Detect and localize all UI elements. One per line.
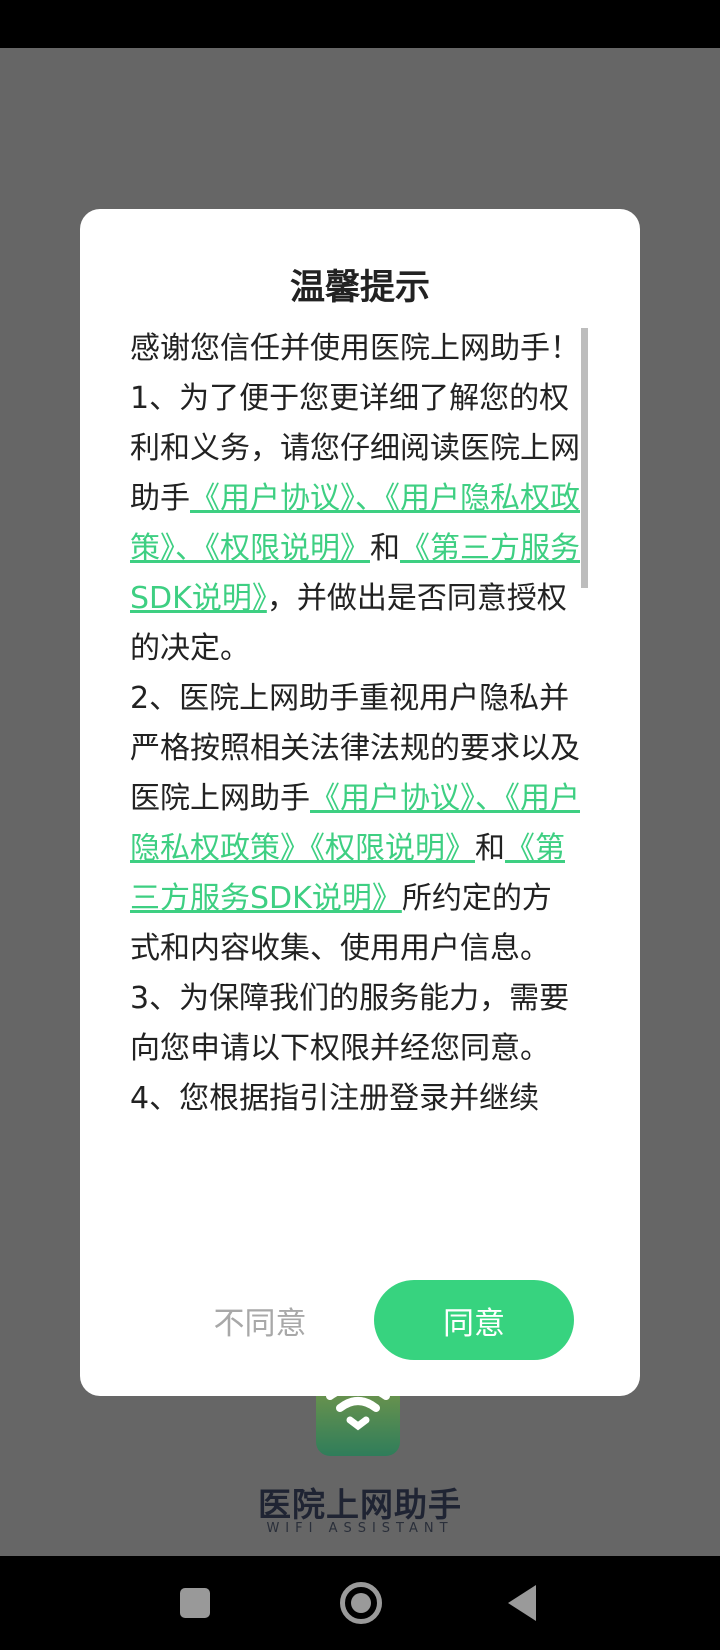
paragraph-3: 3、为保障我们的服务能力，需要向您申请以下权限并经您同意。 — [130, 981, 570, 1066]
disagree-button[interactable]: 不同意 — [175, 1280, 345, 1360]
home-dot-icon — [351, 1593, 371, 1613]
agree-button[interactable]: 同意 — [374, 1280, 574, 1360]
navigation-bar — [0, 1556, 720, 1650]
paragraph-2-connector: 和 — [475, 831, 505, 866]
square-icon[interactable] — [180, 1588, 210, 1618]
back-triangle-icon[interactable] — [508, 1585, 536, 1621]
paragraph-1: 1、为了便于您更详细了解您的权利和义务，请您仔细阅读医院上网助手《用户协议》、《… — [130, 374, 580, 674]
privacy-dialog: 温馨提示 感谢您信任并使用医院上网助手！ 1、为了便于您更详细了解您的权利和义务… — [80, 209, 640, 1396]
dialog-body[interactable]: 感谢您信任并使用医院上网助手！ 1、为了便于您更详细了解您的权利和义务，请您仔细… — [130, 324, 672, 1251]
home-circle-icon[interactable] — [340, 1582, 382, 1624]
app-subtitle: WIFI ASSISTANT — [266, 1521, 454, 1536]
status-bar — [0, 0, 720, 48]
paragraph-1-connector: 和 — [370, 531, 400, 566]
intro-paragraph: 感谢您信任并使用医院上网助手！ — [130, 331, 580, 366]
app-name: 医院上网助手 — [258, 1485, 462, 1524]
dialog-body-content: 感谢您信任并使用医院上网助手！ 1、为了便于您更详细了解您的权利和义务，请您仔细… — [130, 324, 580, 1124]
dialog-title: 温馨提示 — [289, 268, 430, 308]
paragraph-4: 4、您根据指引注册登录并继续 — [130, 1081, 540, 1116]
paragraph-2: 2、医院上网助手重视用户隐私并严格按照相关法律法规的要求以及医院上网助手《用户协… — [130, 674, 580, 974]
screen: 医院上网助手 WIFI ASSISTANT 温馨提示 感谢您信任并使用医院上网助… — [0, 0, 720, 1650]
scrollbar[interactable] — [581, 328, 588, 588]
